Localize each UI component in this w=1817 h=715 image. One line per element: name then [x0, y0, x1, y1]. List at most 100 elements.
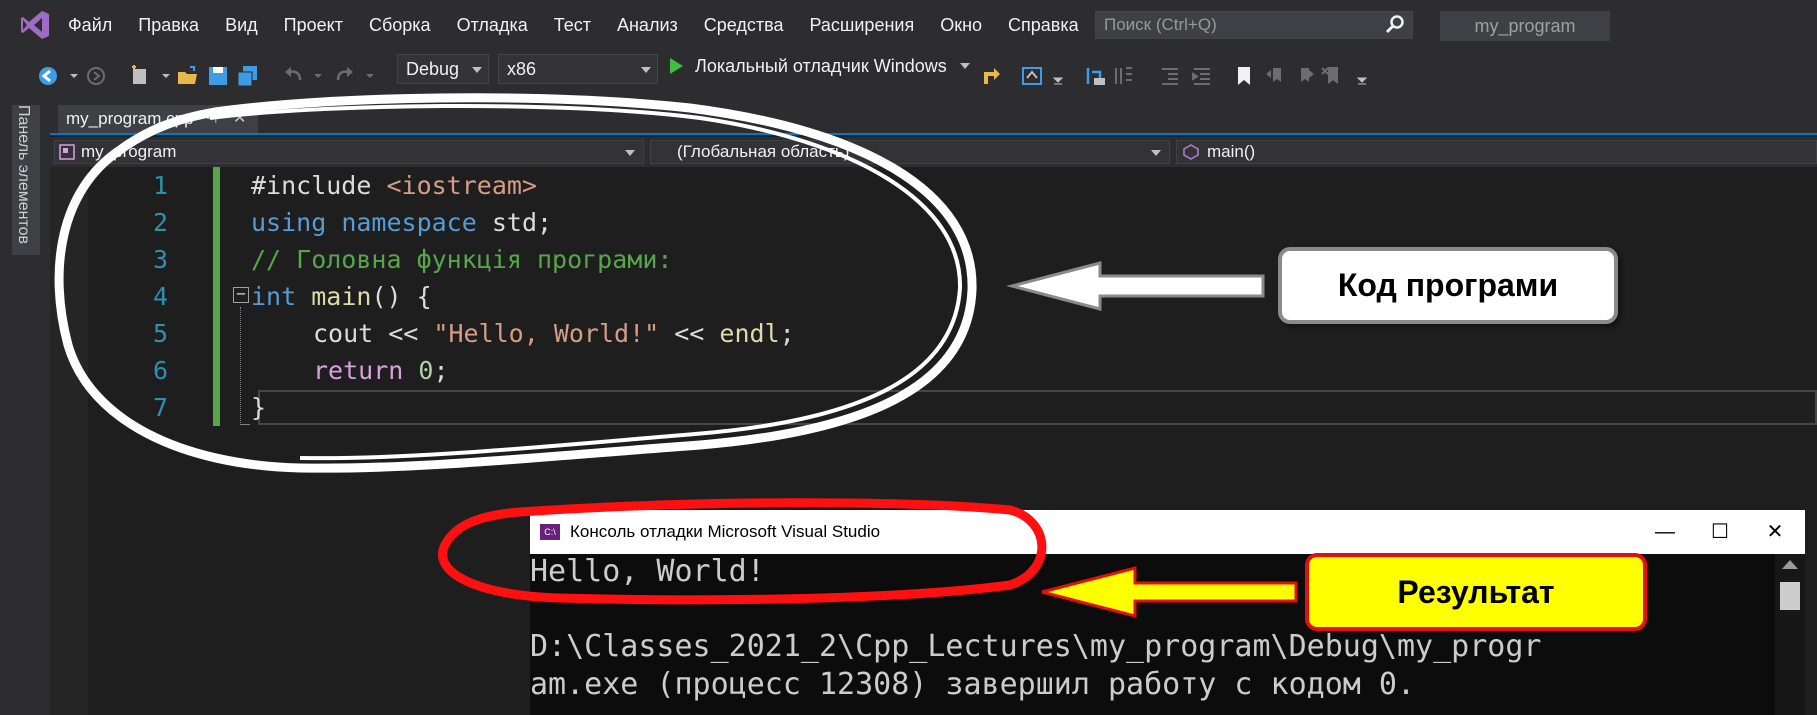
minimize-button[interactable]: —	[1635, 510, 1695, 554]
collapse-icon[interactable]: −	[233, 286, 249, 303]
menu-help[interactable]: Справка	[995, 0, 1092, 50]
solution-configuration-select[interactable]: Debug	[397, 54, 489, 84]
back-dropdown-icon[interactable]	[62, 64, 86, 88]
code-text: int main() {	[251, 282, 432, 311]
line-number: 1	[152, 171, 168, 200]
menu-file[interactable]: Файл	[55, 0, 125, 50]
console-app-icon: C:\	[540, 524, 560, 540]
save-all-icon[interactable]	[236, 64, 260, 88]
new-dropdown-icon[interactable]	[154, 64, 178, 88]
pin-icon[interactable]: ⊣	[206, 105, 217, 133]
line-number: 2	[152, 208, 168, 237]
configuration-value: Debug	[406, 59, 460, 79]
next-bookmark-icon[interactable]	[1292, 64, 1316, 88]
line-number: 6	[152, 356, 168, 385]
chevron-down-icon	[1151, 150, 1161, 156]
result-callout-box: Результат	[1305, 553, 1647, 631]
code-line-1[interactable]: 1 #include <iostream>	[88, 167, 1817, 204]
chevron-down-icon	[641, 67, 651, 73]
code-line-7[interactable]: 7 }	[88, 389, 1817, 426]
menu-test[interactable]: Тест	[541, 0, 604, 50]
menu-debug[interactable]: Отладка	[444, 0, 541, 50]
clear-bookmarks-icon[interactable]	[1320, 64, 1344, 88]
open-folder-icon[interactable]	[176, 64, 200, 88]
close-button[interactable]: ✕	[1745, 510, 1805, 554]
indent-icon[interactable]	[1190, 64, 1214, 88]
change-marker	[213, 167, 220, 204]
application-insights-icon[interactable]	[1020, 64, 1044, 88]
menu-view[interactable]: Вид	[212, 0, 271, 50]
code-line-2[interactable]: 2 using namespace std;	[88, 204, 1817, 241]
undo-dropdown-icon[interactable]	[306, 64, 330, 88]
member-value: main()	[1207, 142, 1256, 161]
fold-guide	[240, 307, 242, 425]
navigate-forward-icon[interactable]	[84, 64, 108, 88]
project-scope-select[interactable]: my_program	[54, 140, 644, 164]
tab-my-program-cpp[interactable]: my_program.cpp ⊣ ✕	[58, 105, 258, 133]
search-icon[interactable]	[1384, 14, 1406, 36]
code-text: return 0;	[313, 356, 449, 385]
code-text: cout << "Hello, World!" << endl;	[313, 319, 795, 348]
redo-dropdown-icon[interactable]	[358, 64, 382, 88]
change-marker	[213, 315, 220, 352]
member-select[interactable]: main()	[1176, 140, 1817, 164]
chevron-down-icon	[625, 150, 635, 156]
code-text: }	[251, 393, 267, 422]
menu-project[interactable]: Проект	[271, 0, 356, 50]
menu-tools[interactable]: Средства	[691, 0, 797, 50]
document-tab-strip: my_program.cpp ⊣ ✕	[50, 105, 1817, 135]
new-project-icon[interactable]	[128, 64, 152, 88]
change-marker	[213, 352, 220, 389]
fold-guide-end	[240, 424, 250, 425]
menu-window[interactable]: Окно	[927, 0, 995, 50]
platform-value: x86	[507, 59, 537, 79]
menu-extensions[interactable]: Расширения	[797, 0, 928, 50]
save-icon[interactable]	[206, 64, 230, 88]
global-scope-select[interactable]: (Глобальная область)	[650, 140, 1170, 164]
method-cube-icon	[1183, 144, 1199, 160]
search-placeholder: Поиск (Ctrl+Q)	[1104, 15, 1217, 34]
scroll-thumb[interactable]	[1780, 582, 1800, 610]
search-input[interactable]: Поиск (Ctrl+Q)	[1095, 11, 1413, 39]
redo-icon[interactable]	[332, 64, 356, 88]
solution-name-badge: my_program	[1440, 11, 1610, 41]
main-menu: Файл Правка Вид Проект Сборка Отладка Те…	[55, 0, 1092, 50]
menu-edit[interactable]: Правка	[125, 0, 212, 50]
chevron-down-icon[interactable]	[959, 63, 970, 69]
bookmark-icon[interactable]	[1232, 64, 1256, 88]
toolbar-overflow-icon[interactable]	[1350, 64, 1374, 88]
close-tab-icon[interactable]: ✕	[233, 105, 246, 133]
change-marker	[213, 278, 220, 315]
global-scope-value: (Глобальная область)	[677, 142, 850, 161]
code-callout-box: Код програми	[1278, 247, 1618, 324]
scroll-up-icon[interactable]	[1782, 560, 1798, 569]
hot-reload-icon[interactable]	[980, 64, 1004, 88]
menu-analyze[interactable]: Анализ	[604, 0, 691, 50]
step-over-icon[interactable]	[1112, 64, 1136, 88]
console-scrollbar[interactable]	[1775, 554, 1805, 715]
line-number: 4	[152, 282, 168, 311]
menu-build[interactable]: Сборка	[356, 0, 444, 50]
maximize-button[interactable]: ☐	[1690, 510, 1750, 554]
debugger-label: Локальный отладчик Windows	[695, 56, 947, 76]
previous-bookmark-icon[interactable]	[1264, 64, 1288, 88]
undo-icon[interactable]	[282, 64, 306, 88]
change-marker	[213, 241, 220, 278]
code-line-6[interactable]: 6 return 0;	[88, 352, 1817, 389]
outdent-icon[interactable]	[1158, 64, 1182, 88]
navigate-back-icon[interactable]	[36, 64, 60, 88]
console-line: am.exe (процесс 12308) завершил работу с…	[530, 667, 1416, 702]
change-marker	[213, 204, 220, 241]
start-debugging-button[interactable]: Локальный отладчик Windows	[670, 50, 970, 82]
console-title-bar[interactable]: C:\ Консоль отладки Microsoft Visual Stu…	[530, 510, 1805, 554]
solution-platform-select[interactable]: x86	[498, 54, 658, 84]
play-icon	[670, 58, 683, 74]
code-text: using namespace std;	[251, 208, 553, 237]
console-title: Консоль отладки Microsoft Visual Studio	[570, 522, 881, 541]
step-into-icon[interactable]	[1084, 64, 1108, 88]
tab-filename: my_program.cpp	[66, 109, 194, 128]
insights-dropdown-icon[interactable]	[1046, 64, 1070, 88]
visual-studio-logo-icon[interactable]	[18, 8, 52, 42]
editor-margin	[50, 167, 88, 715]
console-line: Hello, World!	[530, 554, 765, 589]
